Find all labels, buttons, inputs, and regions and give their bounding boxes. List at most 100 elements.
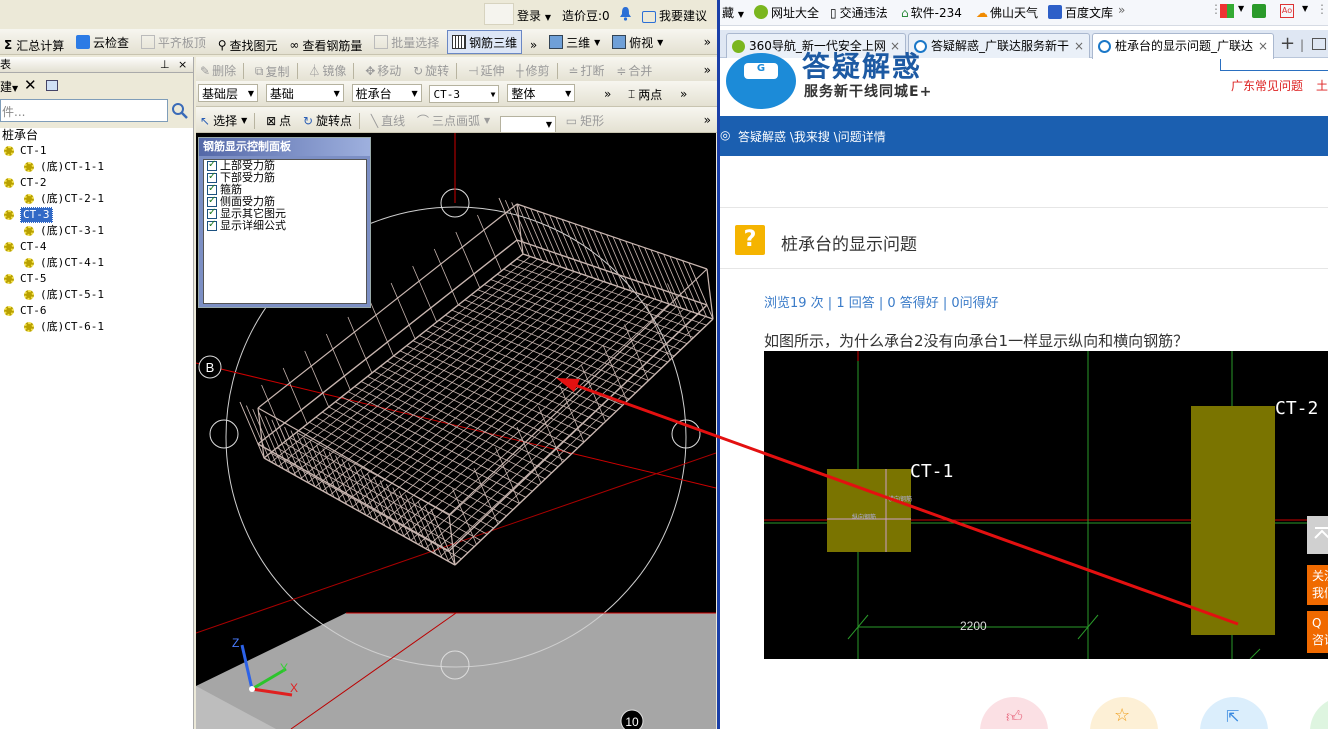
rotate-button[interactable]: ↻ 旋转 [409, 59, 453, 83]
layer-select[interactable]: 基础层 ▼ [198, 84, 258, 102]
extend-button[interactable]: ⊣ 延伸 [464, 59, 508, 83]
header-search-box[interactable] [1220, 59, 1328, 71]
point-button[interactable]: ⊠ 点 [262, 109, 295, 133]
checkbox-icon[interactable] [207, 159, 217, 171]
breadcrumb[interactable]: 答疑解惑 \我来搜 \问题详情 [738, 128, 886, 145]
two-points-button[interactable]: ⌶ 两点 [624, 82, 666, 106]
share-button[interactable]: ⇱ [1200, 697, 1268, 729]
restore-tabs-icon[interactable] [1312, 38, 1326, 50]
level-top-button[interactable]: 平齐板顶 [137, 30, 210, 54]
type-select[interactable]: 基础 ▼ [265, 84, 344, 102]
favorite-button[interactable]: ☆ [1090, 697, 1158, 729]
tree-child-ct-5-1[interactable]: (底)CT-5-1 [24, 288, 104, 302]
more-chevron-icon[interactable]: » [676, 82, 691, 106]
item-select[interactable]: CT-3 ▼ [429, 85, 500, 103]
scope-select[interactable]: 整体 ▼ [507, 84, 576, 102]
chevron-down-icon[interactable]: ▼ [1238, 4, 1244, 13]
rebar-3d-button[interactable]: 钢筋三维 [447, 30, 523, 54]
three-d-dropdown[interactable]: 三维 ▼ [545, 30, 604, 54]
qq-consult-button[interactable]: Q 咨询 [1307, 611, 1328, 653]
delete-icon[interactable]: ✕ [24, 76, 37, 94]
tree-root[interactable]: 桩承台 [2, 128, 38, 142]
tab-pile-cap-question[interactable]: 桩承台的显示问题_广联达 × [1092, 33, 1274, 59]
view-rebar-qty-button[interactable]: ∞ 查看钢筋量 [285, 33, 366, 54]
mirror-button[interactable]: ⏃ 镜像 [304, 58, 350, 82]
tree-item-ct-4[interactable]: CT-4 [4, 240, 47, 254]
find-element-button[interactable]: ⚲ 查找图元 [214, 33, 282, 54]
follow-us-button[interactable]: 关注我们 [1307, 565, 1328, 605]
tree-item-ct-6[interactable]: CT-6 [4, 304, 47, 318]
fav-item-4[interactable]: 百度文库 [1048, 4, 1113, 21]
bell-icon[interactable] [619, 6, 632, 21]
gear-icon [4, 274, 14, 284]
more-action-button[interactable] [1310, 697, 1328, 729]
copy-icon[interactable] [46, 80, 58, 91]
checkbox-icon[interactable] [207, 183, 217, 195]
trim-button[interactable]: ┼ 修剪 [512, 59, 553, 83]
pdf-icon[interactable]: Ao [1280, 4, 1294, 18]
region-link[interactable]: 广东常见问题 [1231, 77, 1303, 94]
fav-item-3[interactable]: ☁ 佛山天气 [976, 4, 1038, 21]
search-icon[interactable] [170, 101, 190, 121]
tree-item-ct-2[interactable]: CT-2 [4, 176, 47, 190]
more-chevron-icon[interactable]: » [700, 30, 715, 54]
rect-button[interactable]: ▭ 矩形 [562, 109, 608, 133]
tree-child-ct-3-1[interactable]: (底)CT-3-1 [24, 224, 104, 238]
more-chevron-icon[interactable]: » [526, 33, 541, 54]
question-figure[interactable]: 纵向钢筋 横向钢筋 CT-1 CT-2 2200 [764, 351, 1328, 659]
like-button[interactable]: 👍︎ [980, 697, 1048, 729]
sum-button[interactable]: Σ 汇总计算 [0, 33, 68, 54]
new-tab-button[interactable]: + [1280, 33, 1295, 54]
cloud-check-button[interactable]: 云检查 [72, 30, 133, 54]
tree-child-ct-6-1[interactable]: (底)CT-6-1 [24, 320, 104, 334]
option-show-formula[interactable]: 显示详细公式 [204, 219, 366, 232]
merge-button[interactable]: ≑ 合并 [612, 59, 656, 83]
login-menu[interactable]: 登录 ▼ [517, 7, 551, 24]
more-chevron-icon[interactable]: » [700, 58, 715, 82]
tree-child-ct-4-1[interactable]: (底)CT-4-1 [24, 256, 104, 270]
checkbox-icon[interactable] [207, 207, 217, 219]
rot-point-button[interactable]: ↻ 旋转点 [299, 109, 356, 133]
select-button[interactable]: ↖ 选择 ▼ [196, 109, 251, 133]
close-icon[interactable]: × [1253, 34, 1268, 58]
shape-select[interactable]: ▼ [499, 115, 556, 132]
back-to-top-button[interactable] [1307, 516, 1328, 554]
delete-button[interactable]: ✎ 删除 [196, 59, 240, 83]
more-chevron-icon[interactable]: » [700, 108, 715, 132]
fav-overflow[interactable]: 藏 ▼ [722, 4, 744, 21]
checkbox-icon[interactable] [207, 171, 217, 183]
reader-icon[interactable] [1252, 4, 1266, 18]
region-link-2[interactable]: 土 [1316, 77, 1328, 94]
fav-item-2[interactable]: ⌂ 软件-234 [901, 4, 962, 21]
tab-answer-home[interactable]: 答疑解惑_广联达服务新干 × [908, 33, 1090, 58]
pin-icon[interactable]: ⊥ [160, 57, 170, 73]
more-chevron-icon[interactable]: » [1118, 3, 1125, 17]
checkbox-icon[interactable] [207, 195, 217, 207]
chevron-down-icon[interactable]: ▼ [1302, 4, 1308, 13]
fav-item-0[interactable]: 网址大全 [754, 4, 819, 21]
apps-icon[interactable] [1220, 4, 1234, 18]
component-select[interactable]: 桩承台 ▼ [351, 84, 422, 102]
move-button[interactable]: ✥ 移动 [361, 59, 405, 83]
tree-item-ct-3[interactable]: CT-3 [4, 207, 53, 223]
mascot-logo[interactable]: G [726, 53, 796, 109]
line-button[interactable]: ╲ 直线 [367, 109, 409, 133]
follow-label: 关注 [1312, 569, 1328, 583]
more-chevron-icon[interactable]: » [600, 82, 615, 106]
top-view-dropdown[interactable]: 俯视 ▼ [608, 30, 667, 54]
tree-child-ct-1-1[interactable]: (底)CT-1-1 [24, 160, 104, 174]
fav-item-1[interactable]: ▯ 交通违法 [830, 4, 888, 21]
close-icon[interactable]: × [1069, 34, 1084, 58]
tree-child-ct-2-1[interactable]: (底)CT-2-1 [24, 192, 104, 206]
tree-item-ct-5[interactable]: CT-5 [4, 272, 47, 286]
search-input[interactable]: 件... [0, 99, 168, 122]
arc-button[interactable]: ⌒ 三点画弧 ▼ [413, 108, 494, 132]
break-button[interactable]: ≐ 打断 [564, 59, 608, 83]
tree-item-ct-1[interactable]: CT-1 [4, 144, 47, 158]
new-dropdown[interactable]: 建▼ [0, 78, 18, 95]
checkbox-icon[interactable] [207, 219, 217, 231]
close-icon[interactable]: × [178, 57, 187, 73]
batch-select-button[interactable]: 批量选择 [370, 30, 443, 54]
copy-button[interactable]: ⧉ 复制 [251, 59, 294, 82]
suggest-button[interactable]: 我要建议 [642, 7, 707, 24]
